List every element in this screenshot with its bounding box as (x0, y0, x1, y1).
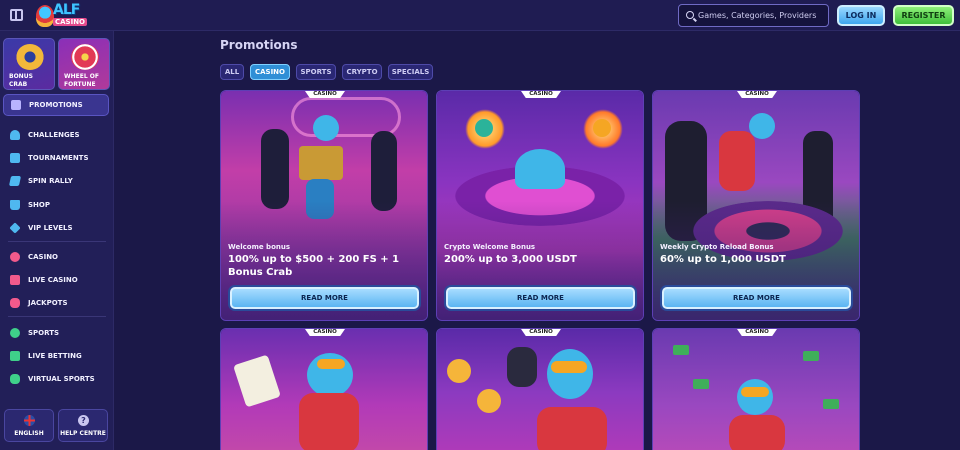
card-subtitle: Weekly Crypto Reload Bonus (660, 243, 774, 251)
logo-text: ALF (53, 2, 80, 18)
help-icon: ? (78, 415, 89, 426)
promo-art-cashback (653, 329, 859, 450)
help-centre-button[interactable]: ? HELP CENTRE (58, 409, 108, 442)
sidebar-item-sports[interactable]: SPORTS (10, 326, 59, 340)
promo-art-friday (221, 329, 427, 450)
sidebar: BONUS CRAB WHEEL OF FORTUNE PROMOTIONS CHA… (0, 31, 114, 450)
uk-flag-icon (24, 415, 35, 426)
read-more-button[interactable]: READ MORE (662, 287, 851, 309)
divider (8, 241, 106, 242)
logo-subtext: CASINO (53, 18, 88, 26)
login-button[interactable]: LOG IN (837, 5, 885, 26)
podium-icon (10, 153, 20, 163)
promo-art-saturday (437, 329, 643, 450)
logo[interactable]: ALF CASINO (36, 2, 88, 30)
sidebar-toggle-icon[interactable] (10, 9, 23, 21)
sports-icon (10, 328, 20, 338)
rally-flag-icon (8, 176, 22, 186)
card-title: 60% up to 1,000 USDT (660, 254, 786, 265)
filter-casino[interactable]: CASINO (250, 64, 290, 80)
search-box[interactable] (678, 4, 829, 27)
live-tv-icon (10, 351, 20, 361)
category-badge: CASINO (305, 91, 345, 98)
sidebar-item-promotions[interactable]: PROMOTIONS (3, 94, 109, 116)
category-badge: CASINO (737, 329, 777, 336)
sidebar-item-live-casino[interactable]: LIVE CASINO (10, 273, 78, 287)
category-badge: CASINO (521, 91, 561, 98)
category-badge: CASINO (737, 91, 777, 98)
search-input[interactable] (698, 8, 826, 23)
register-button[interactable]: REGISTER (893, 5, 954, 26)
gift-icon (11, 100, 21, 110)
sidebar-item-virtual-sports[interactable]: VIRTUAL SPORTS (10, 372, 95, 386)
sidebar-item-tournaments[interactable]: TOURNAMENTS (10, 151, 89, 165)
filter-crypto[interactable]: CRYPTO (342, 64, 382, 80)
sidebar-item-shop[interactable]: SHOP (10, 198, 50, 212)
sidebar-item-casino[interactable]: CASINO (10, 250, 58, 264)
cherries-icon (10, 252, 20, 262)
filter-all[interactable]: ALL (220, 64, 244, 80)
read-more-button[interactable]: READ MORE (446, 287, 635, 309)
promo-card[interactable]: CASINO Crypto Welcome Bonus 200% up to 3… (436, 90, 644, 321)
card-subtitle: Welcome bonus (228, 243, 291, 251)
category-badge: CASINO (305, 329, 345, 336)
promo-card[interactable]: CASINO Welcome bonus 100% up to $500 + 2… (220, 90, 428, 321)
sidebar-item-challenges[interactable]: CHALLENGES (10, 128, 80, 142)
bonus-crab-icon (16, 44, 44, 70)
search-icon (686, 11, 694, 19)
wheel-icon (71, 44, 99, 70)
sidebar-item-jackpots[interactable]: JACKPOTS (10, 296, 67, 310)
card-subtitle: Crypto Welcome Bonus (444, 243, 536, 251)
language-label: ENGLISH (14, 430, 44, 437)
tile-label: BONUS CRAB (9, 73, 33, 88)
cards-icon (10, 275, 20, 285)
wheel-of-fortune-tile[interactable]: WHEEL OF FORTUNE (58, 38, 110, 90)
trophy-icon (10, 130, 20, 140)
gamepad-icon (10, 374, 20, 384)
bonus-crab-tile[interactable]: BONUS CRAB (3, 38, 55, 90)
page-title: Promotions (220, 38, 298, 52)
card-title: 100% up to $500 + 200 FS + 1 Bonus Crab (228, 254, 400, 278)
promo-card[interactable]: CASINO (436, 328, 644, 450)
read-more-button[interactable]: READ MORE (230, 287, 419, 309)
tile-label: WHEEL OF FORTUNE (64, 73, 99, 88)
jackpot-icon (10, 298, 20, 308)
category-badge: CASINO (521, 329, 561, 336)
filter-specials[interactable]: SPECIALS (388, 64, 433, 80)
sidebar-item-spin-rally[interactable]: SPIN RALLY (8, 174, 73, 188)
promo-card[interactable]: CASINO Weekly Crypto Reload Bonus 60% up… (652, 90, 860, 321)
diamond-icon (9, 222, 21, 234)
filter-sports[interactable]: SPORTS (296, 64, 336, 80)
card-title: 200% up to 3,000 USDT (444, 254, 577, 265)
shopping-bag-icon (10, 200, 20, 210)
promo-card[interactable]: CASINO (652, 328, 860, 450)
sidebar-item-label: PROMOTIONS (29, 101, 83, 109)
logo-mascot-icon (36, 5, 54, 27)
promo-card[interactable]: CASINO (220, 328, 428, 450)
sidebar-item-vip-levels[interactable]: VIP LEVELS (9, 221, 73, 235)
top-bar: ALF CASINO LOG IN REGISTER (0, 0, 960, 31)
help-label: HELP CENTRE (60, 430, 106, 437)
divider (8, 316, 106, 317)
language-button[interactable]: ENGLISH (4, 409, 54, 442)
sidebar-item-live-betting[interactable]: LIVE BETTING (10, 349, 82, 363)
